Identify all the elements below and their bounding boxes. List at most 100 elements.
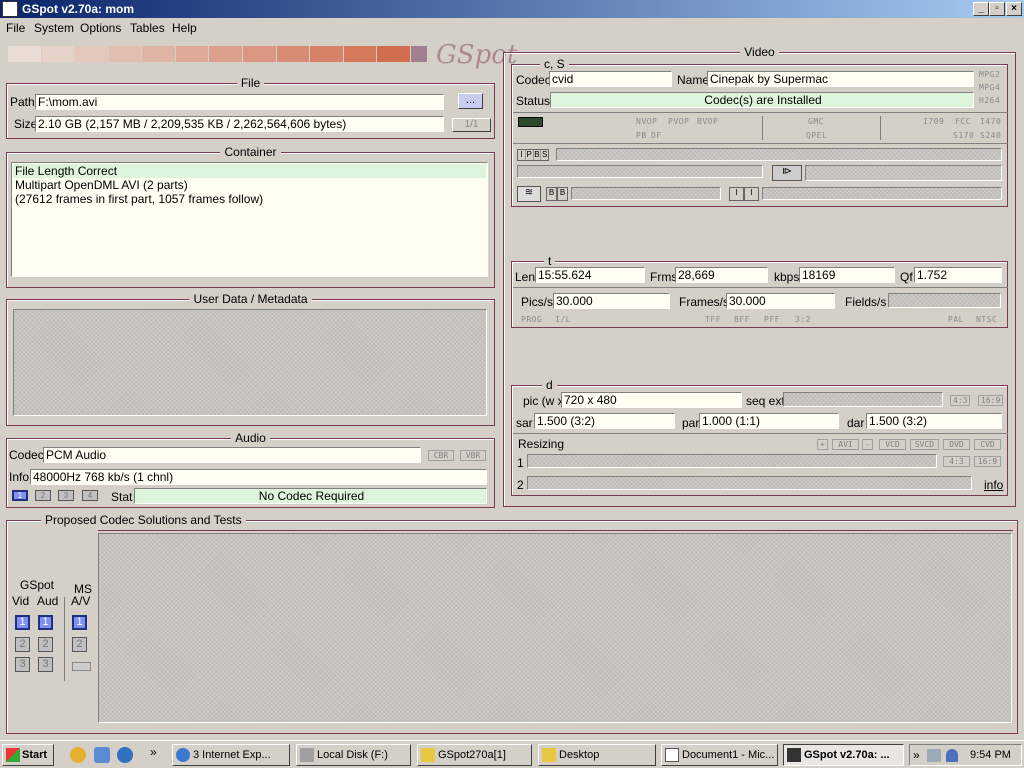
ms-av-3-slot[interactable] (72, 662, 91, 671)
resize-svcd-button[interactable]: SVCD (910, 439, 939, 450)
fps-field: 30.000 (726, 293, 835, 309)
quicklaunch-icon-2[interactable] (94, 747, 110, 763)
resize-row2-label: 2 (517, 478, 524, 492)
menu-options[interactable]: Options (80, 21, 121, 35)
timing-title: t (544, 254, 556, 268)
menu-help[interactable]: Help (172, 21, 197, 35)
frame-sequence-display (556, 148, 1002, 161)
il-flag: I/L (555, 315, 571, 324)
gspot-vid-1[interactable]: 1 (15, 615, 30, 630)
qf-label: Qf (900, 270, 913, 284)
start-button[interactable]: Start (2, 744, 54, 766)
resize-avi-button[interactable]: AVI (832, 439, 859, 450)
quicklaunch-chevron-icon[interactable]: » (150, 745, 157, 759)
browse-button[interactable]: ... (458, 93, 483, 109)
pvop-flag: PVOP (668, 117, 690, 126)
pal-flag: PAL (948, 315, 964, 324)
resize-vcd-button[interactable]: VCD (879, 439, 906, 450)
close-button[interactable]: × (1006, 2, 1022, 16)
network-icon[interactable] (927, 749, 941, 762)
system-tray: » 9:54 PM (909, 744, 1022, 766)
gspot-label: GSpot (20, 578, 55, 592)
container-line: File Length Correct (13, 164, 486, 178)
qf-field: 1.752 (914, 267, 1002, 283)
task-desktop[interactable]: Desktop (538, 744, 656, 766)
container-title: Container (220, 145, 281, 159)
task-gspot-window[interactable]: GSpot v2.70a: ... (783, 744, 904, 766)
task-document1[interactable]: Document1 - Mic... (661, 744, 778, 766)
nvop-flag: NVOP (636, 117, 658, 126)
userdata-area (13, 309, 487, 416)
bb-indicator: B B (546, 187, 568, 201)
task-local-disk[interactable]: Local Disk (F:) (296, 744, 411, 766)
gspot-aud-1[interactable]: 1 (38, 615, 53, 630)
sar-field: 1.500 (3:2) (534, 413, 675, 429)
gspot-aud-2[interactable]: 2 (38, 637, 53, 652)
audio-stream-4[interactable]: 4 (82, 490, 98, 501)
resize-minus-button[interactable]: - (862, 439, 873, 450)
fps-label: Frames/s (679, 295, 730, 309)
frms-field: 28,669 (675, 267, 768, 283)
document-icon (665, 748, 679, 762)
aspect-169-flag: 16:9 (978, 395, 1004, 406)
frame-nav-icon[interactable]: ⧐ (772, 165, 802, 181)
ntsc-flag: NTSC (976, 315, 998, 324)
video-name-label: Name (677, 73, 710, 87)
windows-logo-icon (6, 748, 20, 762)
ii-indicator: I I (729, 187, 759, 201)
proposed-title: Proposed Codec Solutions and Tests (41, 513, 246, 527)
audio-stream-2[interactable]: 2 (35, 490, 51, 501)
fields-label: Fields/s (845, 295, 887, 309)
audio-info-field: 48000Hz 768 kb/s (1 chnl) (30, 469, 487, 485)
title-bar: GSpot v2.70a: mom _ ▫ × (0, 0, 1024, 18)
s170-flag: S170 (953, 131, 975, 140)
size-field: 2.10 GB (2,157 MB / 2,209,535 KB / 2,262… (35, 116, 444, 132)
qpel-flag: QPEL (806, 131, 828, 140)
proposed-results-area (98, 533, 1012, 723)
part-indicator[interactable]: 1/1 (452, 118, 491, 132)
gspot-aud-3[interactable]: 3 (38, 657, 53, 672)
frame-detail-display (805, 165, 1002, 181)
tray-chevron-icon[interactable]: » (913, 748, 920, 762)
kbps-field: 18169 (799, 267, 895, 283)
fcc-flag: FCC (955, 117, 971, 126)
user-icon[interactable] (946, 749, 958, 762)
gspot-vid-2[interactable]: 2 (15, 637, 30, 652)
userdata-title: User Data / Metadata (189, 292, 312, 306)
quicklaunch-icon-3[interactable] (117, 747, 133, 763)
video-status-field: Codec(s) are Installed (550, 92, 974, 108)
sar-label: sar (516, 416, 533, 430)
ms-av-2[interactable]: 2 (72, 637, 87, 652)
resize-plus-button[interactable]: + (817, 439, 828, 450)
info-link[interactable]: info (984, 478, 1003, 492)
maximize-button[interactable]: ▫ (989, 2, 1005, 16)
video-codec-field: cvid (549, 71, 672, 87)
progress-gradient-bar (8, 46, 428, 62)
pic-label: pic (w x (523, 394, 564, 408)
signal-icon[interactable]: ≋ (517, 186, 541, 202)
b-frame-display (571, 187, 721, 200)
s240-flag: S240 (980, 131, 1002, 140)
frame-type-indicator: I P B S (517, 149, 549, 161)
clock: 9:54 PM (970, 749, 1011, 761)
task-gspot-folder[interactable]: GSpot270a[1] (417, 744, 532, 766)
len-field: 15:55.624 (535, 267, 645, 283)
audio-stream-3[interactable]: 3 (58, 490, 74, 501)
av-label: A/V (71, 594, 91, 608)
vbr-flag: VBR (460, 450, 486, 461)
path-field[interactable]: F:\mom.avi (35, 94, 444, 110)
audio-stream-1[interactable]: 1 (12, 490, 28, 501)
resizing-label: Resizing (518, 437, 565, 451)
task-internet-explorer[interactable]: 3 Internet Exp... (172, 744, 290, 766)
resize-dvd-button[interactable]: DVD (943, 439, 970, 450)
gspot-vid-3[interactable]: 3 (15, 657, 30, 672)
gop-display (517, 165, 763, 178)
menu-tables[interactable]: Tables (130, 21, 165, 35)
ms-av-1[interactable]: 1 (72, 615, 87, 630)
aspect-43-flag: 4:3 (950, 395, 971, 406)
menu-file[interactable]: File (6, 21, 25, 35)
menu-system[interactable]: System (34, 21, 74, 35)
minimize-button[interactable]: _ (973, 2, 989, 16)
quicklaunch-icon-1[interactable] (70, 747, 86, 763)
resize-cvd-button[interactable]: CVD (974, 439, 1001, 450)
